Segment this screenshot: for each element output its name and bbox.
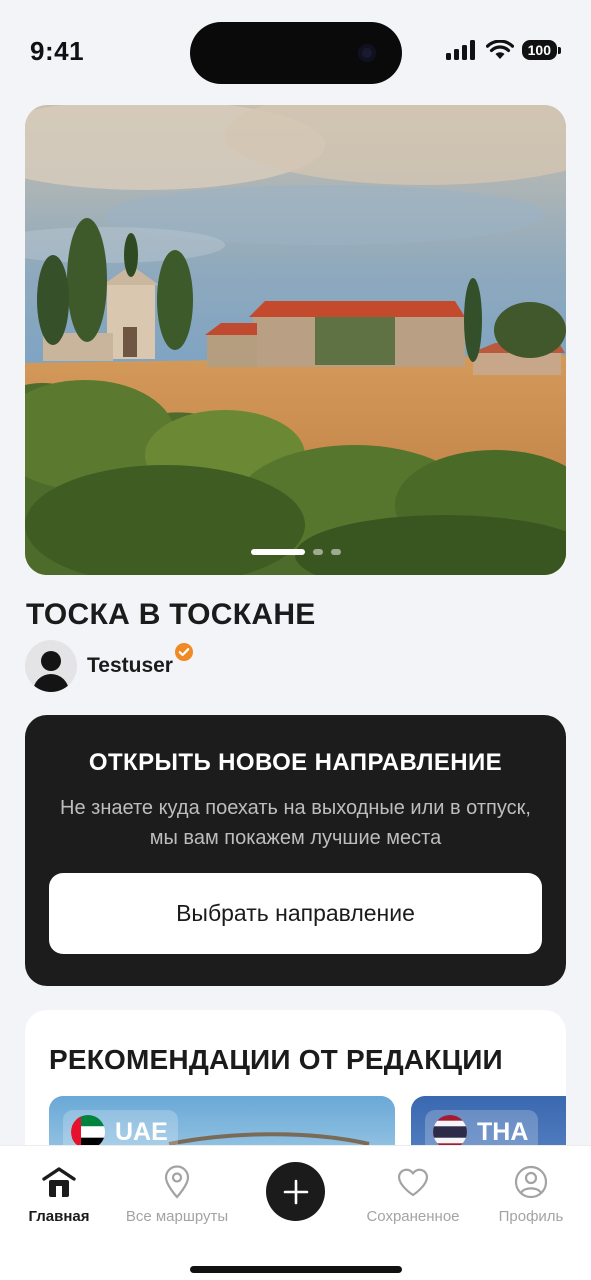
carousel-dot-active[interactable] — [250, 549, 305, 555]
section-title: РЕКОМЕНДАЦИИ ОТ РЕДАКЦИИ — [49, 1044, 503, 1075]
route-title[interactable]: ТОСКА В ТОСКАНЕ — [26, 598, 316, 632]
dynamic-island — [190, 22, 402, 84]
choose-destination-button[interactable]: Выбрать направление — [49, 873, 542, 954]
tab-home[interactable]: Главная — [22, 1164, 96, 1225]
status-bar: 9:41 100 — [0, 0, 591, 100]
status-time: 9:41 — [30, 36, 85, 66]
tab-label: Главная — [28, 1208, 90, 1225]
destination-code: THA — [477, 1117, 529, 1146]
verified-badge-icon — [174, 643, 193, 661]
promo-title: ОТКРЫТЬ НОВОЕ НАПРАВЛЕНИЕ — [88, 749, 503, 776]
hero-carousel[interactable] — [25, 105, 566, 575]
location-pin-icon — [164, 1165, 190, 1199]
tab-profile[interactable]: Профиль — [490, 1164, 572, 1225]
home-icon — [42, 1167, 76, 1197]
tab-label: Профиль — [498, 1208, 564, 1225]
destination-code: UAE — [115, 1117, 168, 1146]
uae-flag-icon — [71, 1115, 105, 1149]
tab-label: Все маршруты — [125, 1208, 229, 1225]
home-indicator — [190, 1266, 402, 1273]
add-route-button[interactable] — [266, 1162, 325, 1221]
cellular-signal-icon — [445, 40, 475, 60]
carousel-indicator — [25, 549, 566, 555]
thailand-flag-icon — [433, 1115, 467, 1149]
tab-label: Сохраненное — [366, 1208, 460, 1225]
profile-icon — [514, 1165, 548, 1199]
camera-icon — [358, 44, 376, 62]
promo-description: Не знаете куда поехать на выходные или в… — [60, 797, 531, 849]
bottom-tab-bar: Главная Все маршруты Сохраненное Профиль — [0, 1145, 591, 1280]
carousel-dot[interactable] — [330, 549, 341, 555]
plus-icon — [283, 1179, 308, 1204]
author-row[interactable]: Testuser — [25, 640, 194, 692]
author-name[interactable]: Testuser — [87, 654, 173, 678]
battery-indicator: 100 — [521, 40, 562, 60]
wifi-icon — [485, 40, 514, 59]
new-destination-card: ОТКРЫТЬ НОВОЕ НАПРАВЛЕНИЕ Не знаете куда… — [25, 715, 566, 986]
heart-icon — [397, 1168, 429, 1197]
avatar[interactable] — [25, 640, 77, 692]
tab-saved[interactable]: Сохраненное — [356, 1164, 470, 1225]
tab-all-routes[interactable]: Все маршруты — [114, 1164, 240, 1225]
tuscany-landscape-image — [25, 105, 566, 575]
status-indicators: 100 — [445, 40, 562, 60]
carousel-dot[interactable] — [312, 549, 323, 555]
